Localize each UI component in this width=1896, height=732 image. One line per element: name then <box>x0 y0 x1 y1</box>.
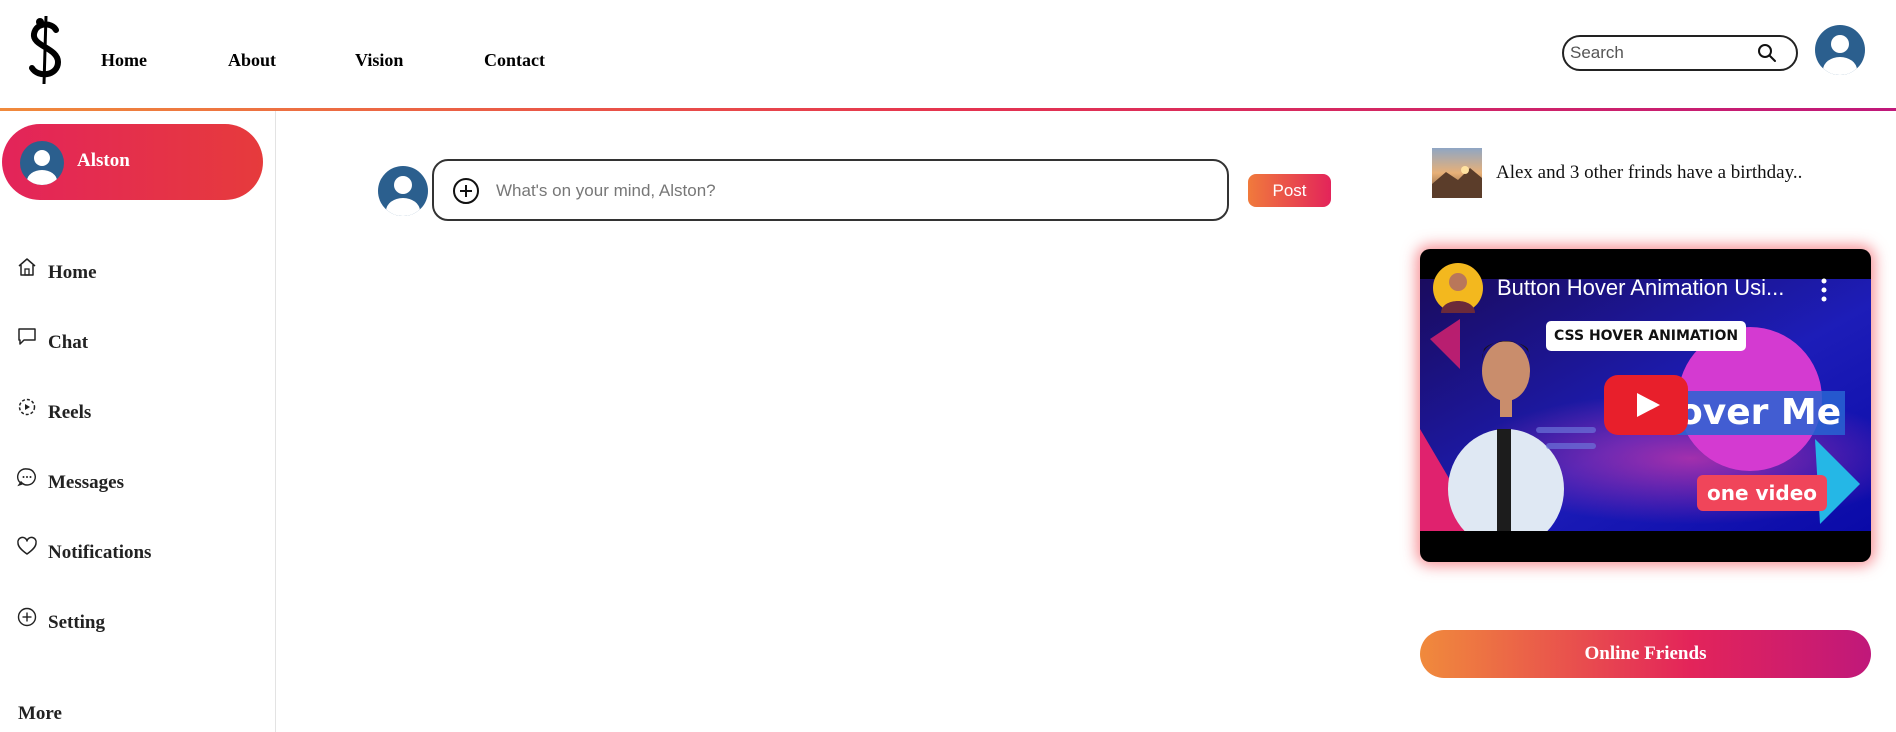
add-media-icon[interactable] <box>452 177 480 205</box>
search-icon[interactable] <box>1756 42 1778 64</box>
sidebar-item-chat[interactable]: Chat <box>16 326 88 356</box>
nav-home-link[interactable]: Home <box>101 50 147 71</box>
sidebar-item-label: Messages <box>48 472 124 493</box>
sidebar-item-reels[interactable]: Reels <box>16 396 91 426</box>
search-input[interactable] <box>1570 41 1750 65</box>
more-options-icon[interactable] <box>1818 277 1830 303</box>
nav-about-link[interactable]: About <box>228 50 276 71</box>
top-header: Home About Vision Contact <box>0 0 1896 110</box>
heart-icon <box>17 536 37 555</box>
sidebar-item-notifications[interactable]: Notifications <box>16 536 151 566</box>
profile-avatar-icon <box>20 141 64 185</box>
sidebar-item-home[interactable]: Home <box>16 256 97 286</box>
composer-avatar-icon <box>378 166 428 216</box>
video-one-video-label: one video <box>1697 475 1828 511</box>
nav-vision-link[interactable]: Vision <box>355 50 403 71</box>
nav-contact-link[interactable]: Contact <box>484 50 545 71</box>
sidebar-more-link[interactable]: More <box>18 703 62 725</box>
post-button[interactable]: Post <box>1248 174 1331 207</box>
header-divider <box>0 108 1896 111</box>
messages-icon <box>16 468 36 487</box>
play-icon[interactable] <box>1604 375 1688 435</box>
sidebar-item-label: Setting <box>48 612 105 633</box>
home-icon <box>18 258 36 276</box>
post-input[interactable] <box>496 179 1196 203</box>
channel-avatar-icon[interactable] <box>1433 263 1483 313</box>
sidebar-item-label: Home <box>48 262 97 283</box>
video-title[interactable]: Button Hover Animation Usi... <box>1497 275 1807 301</box>
video-badge: CSS HOVER ANIMATION <box>1546 321 1747 351</box>
birthday-notice[interactable]: Alex and 3 other frinds have a birthday.… <box>1432 148 1852 200</box>
profile-name: Alston <box>77 150 130 171</box>
birthday-thumbnail-image <box>1432 148 1482 198</box>
sidebar-item-setting[interactable]: Setting <box>16 606 105 636</box>
birthday-text: Alex and 3 other frinds have a birthday.… <box>1496 162 1803 183</box>
reels-icon <box>18 398 36 416</box>
search-box <box>1562 35 1798 71</box>
sidebar-item-messages[interactable]: Messages <box>16 466 124 496</box>
profile-button[interactable]: Alston <box>2 124 263 200</box>
video-hover-text: over Me <box>1674 391 1846 435</box>
left-sidebar: Alston Home Chat Reels Messages Notifica… <box>0 111 276 732</box>
chat-icon <box>18 328 36 345</box>
post-composer <box>432 159 1229 221</box>
sidebar-item-label: Notifications <box>48 542 152 563</box>
sidebar-item-label: Reels <box>48 402 92 423</box>
user-avatar-icon[interactable] <box>1815 25 1865 75</box>
dollar-sign-logo-icon[interactable] <box>22 14 70 86</box>
online-friends-button[interactable]: Online Friends <box>1420 630 1871 678</box>
plus-circle-icon <box>17 607 37 627</box>
video-embed[interactable]: Button Hover Animation Usi... CSS HOVER … <box>1420 249 1871 562</box>
sidebar-item-label: Chat <box>48 332 89 353</box>
